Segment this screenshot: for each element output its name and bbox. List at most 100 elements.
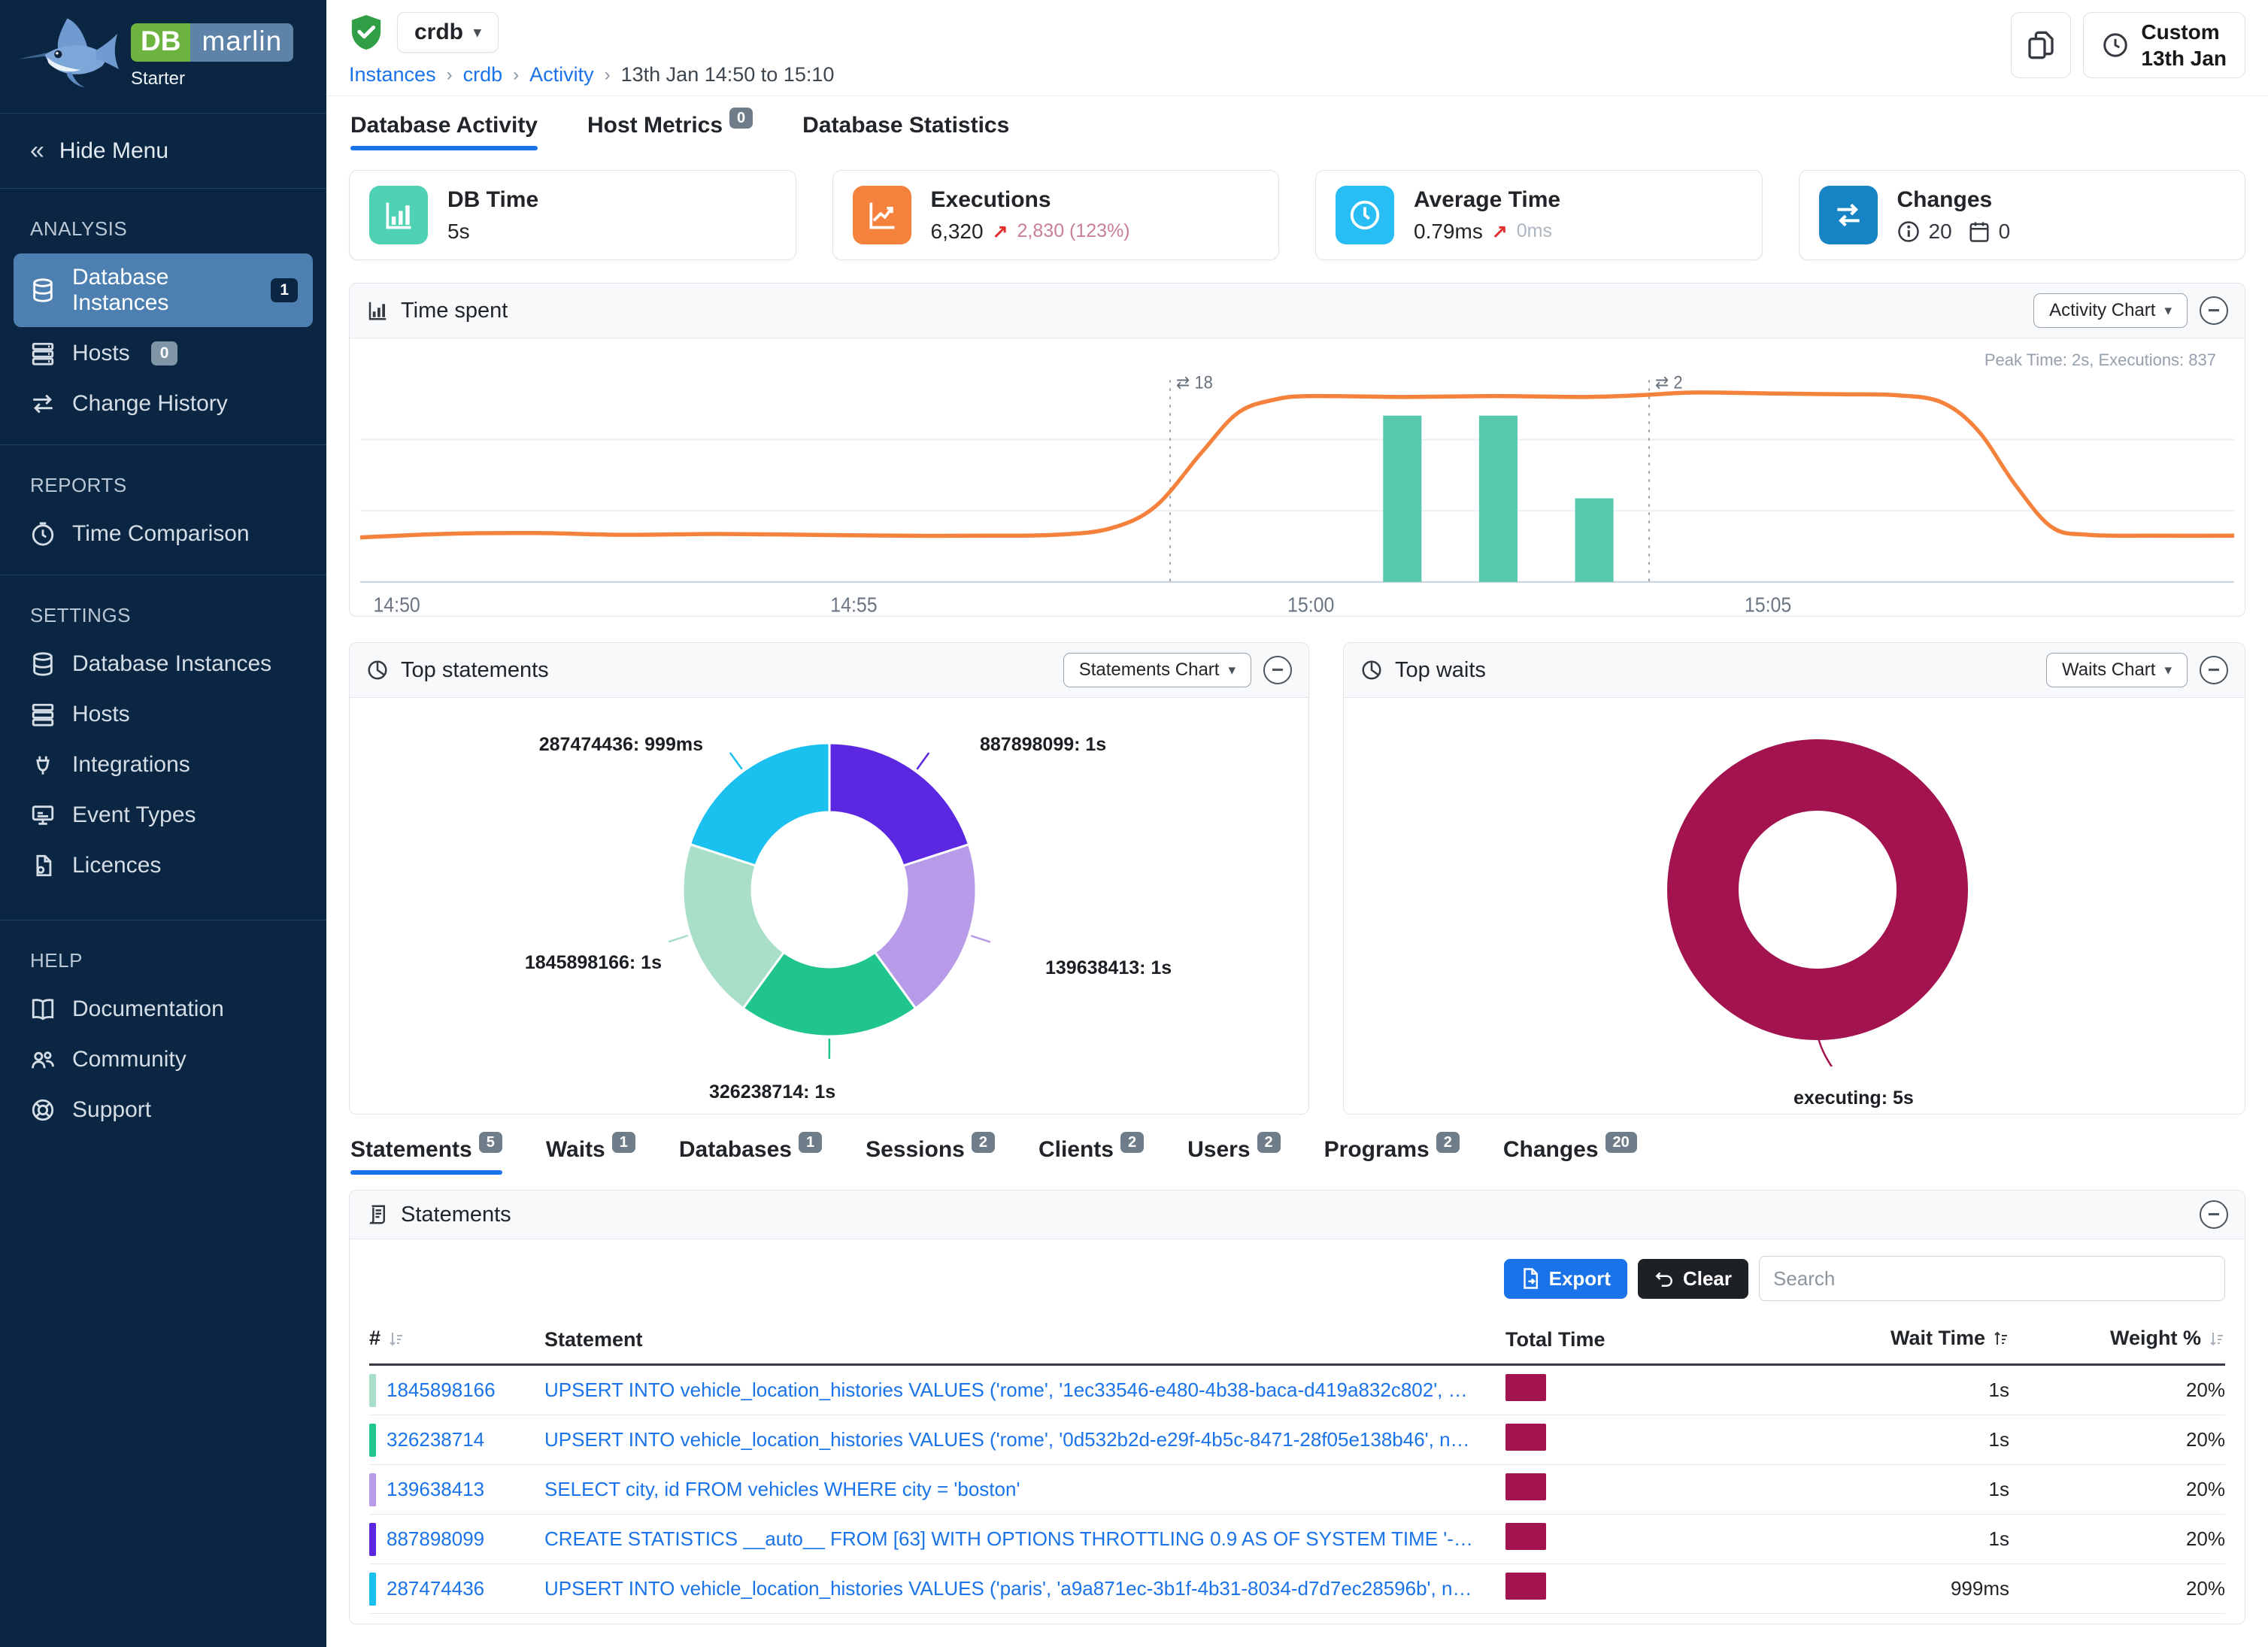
column-header-weight[interactable]: Weight % (2009, 1327, 2225, 1353)
copy-link-button[interactable] (2011, 12, 2071, 78)
tab-programs[interactable]: Programs2 (1324, 1137, 1460, 1175)
statement-text[interactable]: SELECT city, id FROM vehicles WHERE city… (544, 1478, 1505, 1501)
statement-id-link[interactable]: 326238714 (387, 1428, 484, 1451)
sidebar-item-settings-database-instances[interactable]: Database Instances (14, 640, 313, 688)
waits-chart-select[interactable]: Waits Chart ▾ (2046, 653, 2188, 687)
table-rows: 1845898166 UPSERT INTO vehicle_location_… (369, 1366, 2225, 1614)
clock-icon (1336, 186, 1394, 244)
count-badge: 1 (612, 1132, 635, 1153)
table-row[interactable]: 1845898166 UPSERT INTO vehicle_location_… (369, 1366, 2225, 1415)
sidebar-item-community[interactable]: Community (14, 1036, 313, 1084)
tab-database-statistics[interactable]: Database Statistics (802, 113, 1009, 150)
count-badge: 1 (799, 1132, 822, 1153)
delta-up-arrow-icon: ↗ (1492, 220, 1508, 243)
tab-label: Waits (546, 1137, 605, 1162)
sidebar-item-label: Documentation (72, 996, 224, 1022)
sidebar-item-label: Hosts (72, 341, 130, 366)
table-row[interactable]: 287474436 UPSERT INTO vehicle_location_h… (369, 1564, 2225, 1614)
tab-waits[interactable]: Waits1 (546, 1137, 635, 1175)
collapse-panel-button[interactable]: − (2200, 296, 2228, 325)
clock-icon (2102, 32, 2129, 59)
tab-users[interactable]: Users2 (1187, 1137, 1281, 1175)
calendar-icon[interactable] (1969, 220, 1990, 243)
tab-host-metrics[interactable]: Host Metrics0 (587, 113, 753, 150)
collapse-panel-button[interactable]: − (2200, 1200, 2228, 1229)
tab-database-activity[interactable]: Database Activity (350, 113, 538, 150)
statements-donut-chart[interactable] (656, 717, 1002, 1063)
sidebar-item-label: Integrations (72, 752, 190, 778)
export-button[interactable]: Export (1504, 1259, 1627, 1299)
column-header-wait-time[interactable]: Wait Time (1821, 1327, 2009, 1353)
statement-color-chip (369, 1374, 376, 1407)
info-icon[interactable] (1897, 220, 1920, 243)
table-row[interactable]: 326238714 UPSERT INTO vehicle_location_h… (369, 1415, 2225, 1465)
statement-id-cell: 287474436 (369, 1573, 544, 1606)
tab-changes[interactable]: Changes20 (1503, 1137, 1637, 1175)
statement-id-link[interactable]: 139638413 (387, 1478, 484, 1501)
breadcrumb-instance[interactable]: crdb (463, 63, 503, 86)
time-range-button[interactable]: Custom 13th Jan (2083, 12, 2245, 78)
people-icon (30, 1047, 56, 1072)
sidebar-item-event-types[interactable]: Event Types (14, 791, 313, 839)
statement-id-link[interactable]: 887898099 (387, 1527, 484, 1551)
donut-label: 287474436: 999ms (539, 734, 703, 756)
svg-text:15:05: 15:05 (1745, 593, 1791, 616)
statement-text[interactable]: UPSERT INTO vehicle_location_histories V… (544, 1428, 1505, 1451)
top-statements-header: Top statements Statements Chart ▾ − (350, 643, 1308, 698)
edition-label: Starter (131, 68, 293, 89)
breadcrumb-activity[interactable]: Activity (529, 63, 594, 86)
column-header-statement[interactable]: Statement (544, 1328, 1505, 1351)
licence-document-icon (30, 853, 56, 878)
statement-text[interactable]: CREATE STATISTICS __auto__ FROM [63] WIT… (544, 1527, 1505, 1551)
sidebar-item-hosts[interactable]: Hosts 0 (14, 329, 313, 378)
sidebar-item-database-instances[interactable]: Database Instances 1 (14, 253, 313, 327)
section-title-settings: SETTINGS (0, 580, 326, 638)
waits-donut-chart[interactable] (1641, 713, 1994, 1066)
table-row[interactable]: 887898099 CREATE STATISTICS __auto__ FRO… (369, 1515, 2225, 1564)
hide-menu-button[interactable]: « Hide Menu (0, 118, 326, 184)
chevron-down-icon: ▾ (1228, 662, 1236, 679)
tab-label: Programs (1324, 1137, 1430, 1162)
table-row[interactable]: 139638413 SELECT city, id FROM vehicles … (369, 1465, 2225, 1515)
sidebar-item-support[interactable]: Support (14, 1086, 313, 1134)
tab-clients[interactable]: Clients2 (1038, 1137, 1144, 1175)
sidebar-item-documentation[interactable]: Documentation (14, 985, 313, 1033)
sidebar-item-integrations[interactable]: Integrations (14, 741, 313, 789)
activity-chart-select[interactable]: Activity Chart ▾ (2033, 293, 2188, 328)
sidebar-item-change-history[interactable]: Change History (14, 380, 313, 428)
top-waits-body: executing: 5s (1344, 698, 2245, 1114)
sidebar-item-time-comparison[interactable]: Time Comparison (14, 510, 313, 558)
sidebar-item-settings-hosts[interactable]: Hosts (14, 690, 313, 739)
pie-chart-icon (366, 659, 389, 681)
statement-text[interactable]: UPSERT INTO vehicle_location_histories V… (544, 1379, 1505, 1402)
statement-id-cell: 1845898166 (369, 1374, 544, 1407)
statement-text[interactable]: UPSERT INTO vehicle_location_histories V… (544, 1577, 1505, 1600)
breadcrumb-instances[interactable]: Instances (349, 63, 436, 86)
total-time-cell (1505, 1573, 1821, 1605)
statement-id-link[interactable]: 1845898166 (387, 1379, 496, 1402)
brand-marlin-badge: marlin (190, 23, 293, 62)
brand-logo[interactable]: DBmarlin Starter (0, 0, 326, 108)
sidebar: DBmarlin Starter « Hide Menu ANALYSIS Da… (0, 0, 326, 1647)
instance-selector[interactable]: crdb ▾ (397, 12, 499, 53)
statements-chart-select[interactable]: Statements Chart ▾ (1063, 653, 1251, 687)
statement-color-chip (369, 1523, 376, 1556)
line-chart-icon (853, 186, 911, 244)
clear-button[interactable]: Clear (1638, 1259, 1748, 1299)
statement-id-link[interactable]: 287474436 (387, 1577, 484, 1600)
column-header-id[interactable]: # (369, 1327, 544, 1353)
search-input[interactable] (1759, 1256, 2225, 1301)
top-statements-panel: Top statements Statements Chart ▾ − 2874… (349, 642, 1309, 1115)
breadcrumb: Instances › crdb › Activity › 13th Jan 1… (349, 63, 2245, 86)
metric-card-db-time: DB Time 5s (349, 170, 796, 260)
column-header-total-time[interactable]: Total Time (1505, 1328, 1821, 1351)
tab-statements[interactable]: Statements5 (350, 1137, 502, 1175)
sidebar-item-licences[interactable]: Licences (14, 842, 313, 890)
count-badge: 2 (1436, 1132, 1460, 1153)
tab-databases[interactable]: Databases1 (679, 1137, 822, 1175)
collapse-panel-button[interactable]: − (2200, 656, 2228, 684)
sidebar-item-label: Database Instances (72, 265, 250, 316)
tab-sessions[interactable]: Sessions2 (866, 1137, 995, 1175)
time-spent-chart[interactable]: ⇄ 18⇄ 214:5014:5515:0015:05 (360, 369, 2234, 617)
collapse-panel-button[interactable]: − (1263, 656, 1292, 684)
